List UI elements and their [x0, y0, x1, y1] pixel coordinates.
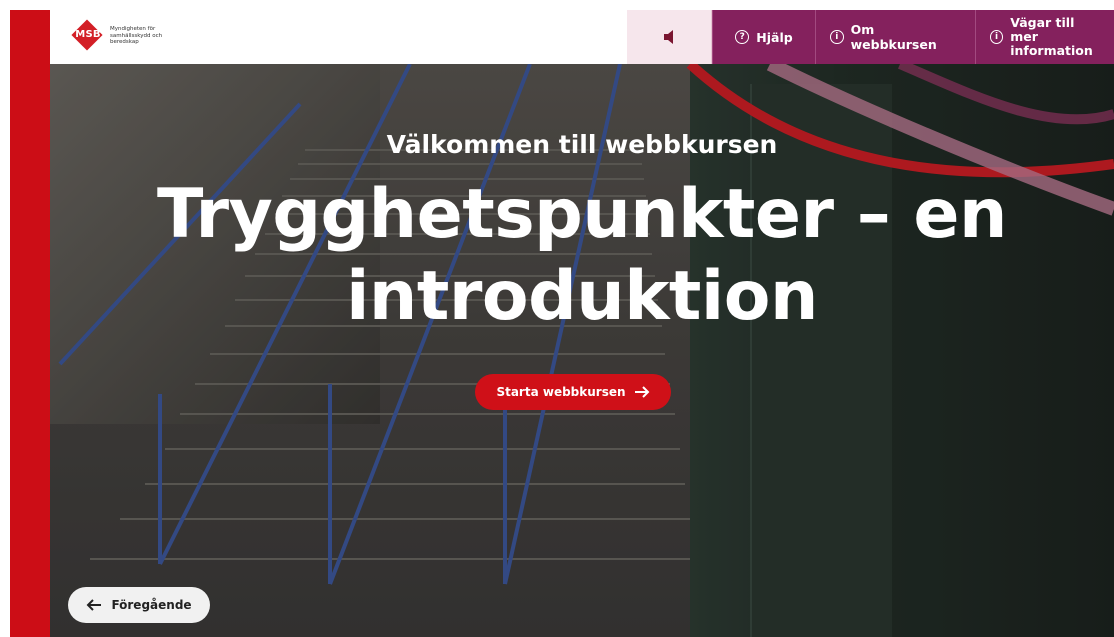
left-edge — [0, 0, 10, 637]
start-course-button[interactable]: Starta webbkursen — [475, 374, 671, 410]
speaker-icon — [664, 30, 673, 44]
previous-button[interactable]: Föregående — [68, 587, 210, 623]
info-icon: i — [830, 30, 844, 44]
more-info-line2: information — [1010, 43, 1093, 58]
brand-rail — [10, 10, 50, 637]
arrow-right-icon — [634, 386, 649, 398]
course-title: Trygghetspunkter – en introduktion — [157, 175, 1007, 336]
arrow-left-icon — [87, 599, 102, 611]
previous-label: Föregående — [111, 598, 192, 612]
more-info-line1: Vägar till mer — [1010, 15, 1075, 44]
hero-section: Välkommen till webbkursen Trygghetspunkt… — [50, 64, 1114, 637]
help-label: Hjälp — [756, 29, 793, 45]
info-icon: i — [990, 30, 1004, 44]
welcome-subtitle: Välkommen till webbkursen — [386, 130, 778, 159]
about-course-button[interactable]: i Om webbkursen — [815, 10, 975, 64]
logo-mark: MSB — [71, 19, 104, 52]
msb-logo[interactable]: MSB Myndigheten för samhällsskydd och be… — [71, 19, 180, 52]
more-info-button[interactable]: i Vägar till mer information — [975, 10, 1114, 64]
more-info-label: Vägar till mer information — [1010, 16, 1100, 58]
site-header: MSB Myndigheten för samhällsskydd och be… — [50, 10, 1114, 64]
question-icon: ? — [735, 30, 750, 44]
top-nav: ? Hjälp i Om webbkursen i Vägar till mer… — [627, 10, 1114, 64]
sound-button[interactable] — [627, 10, 712, 64]
help-button[interactable]: ? Hjälp — [712, 10, 815, 64]
start-course-label: Starta webbkursen — [496, 385, 626, 399]
about-label: Om webbkursen — [850, 22, 937, 52]
logo-caption: Myndigheten för samhällsskydd och bereds… — [110, 26, 163, 46]
logo-text: MSB — [75, 29, 101, 40]
